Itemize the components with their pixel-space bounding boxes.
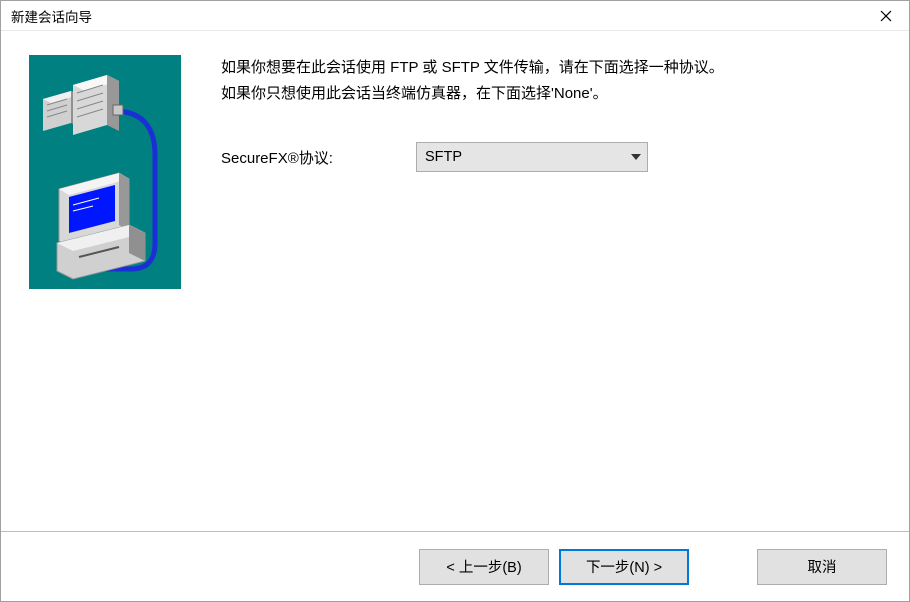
close-button[interactable]	[863, 1, 909, 31]
wizard-main: 如果你想要在此会话使用 FTP 或 SFTP 文件传输，请在下面选择一种协议。 …	[221, 55, 881, 521]
nav-button-group: < 上一步(B) 下一步(N) >	[419, 549, 689, 585]
button-bar: < 上一步(B) 下一步(N) > 取消	[1, 532, 909, 601]
chevron-down-icon	[631, 149, 641, 165]
cancel-button[interactable]: 取消	[757, 549, 887, 585]
title-bar: 新建会话向导	[1, 1, 909, 31]
close-icon	[880, 10, 892, 22]
window-title: 新建会话向导	[11, 6, 92, 26]
protocol-row: SecureFX®协议: SFTP	[221, 142, 881, 172]
protocol-label: SecureFX®协议:	[221, 147, 416, 168]
wizard-content: 如果你想要在此会话使用 FTP 或 SFTP 文件传输，请在下面选择一种协议。 …	[1, 31, 909, 532]
desc-line2: 如果你只想使用此会话当终端仿真器，在下面选择'None'。	[221, 81, 881, 107]
desc-line1: 如果你想要在此会话使用 FTP 或 SFTP 文件传输，请在下面选择一种协议。	[221, 55, 881, 81]
wizard-image	[29, 55, 181, 289]
wizard-description: 如果你想要在此会话使用 FTP 或 SFTP 文件传输，请在下面选择一种协议。 …	[221, 55, 881, 106]
protocol-selected-value: SFTP	[425, 149, 462, 165]
back-button[interactable]: < 上一步(B)	[419, 549, 549, 585]
protocol-select[interactable]: SFTP	[416, 142, 648, 172]
next-button[interactable]: 下一步(N) >	[559, 549, 689, 585]
